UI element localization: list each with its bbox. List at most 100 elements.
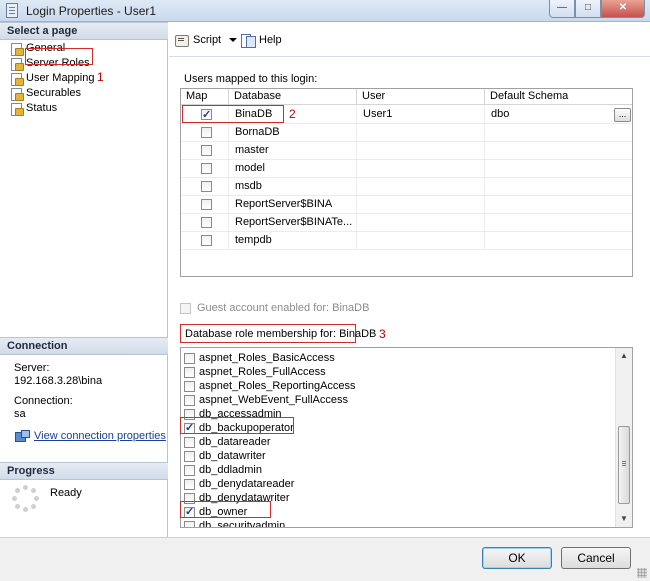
role-name: aspnet_Roles_BasicAccess <box>199 352 335 364</box>
table-row[interactable]: ReportServer$BINATe... <box>181 214 632 232</box>
role-list-item[interactable]: aspnet_Roles_BasicAccess <box>184 351 335 365</box>
user-cell[interactable] <box>357 214 485 232</box>
schema-cell[interactable] <box>485 142 632 160</box>
map-checkbox[interactable] <box>201 217 212 228</box>
scroll-down-arrow-icon[interactable]: ▼ <box>616 511 632 527</box>
table-row[interactable]: tempdb <box>181 232 632 250</box>
role-list-item[interactable]: db_denydatareader <box>184 477 294 491</box>
ok-button[interactable]: OK <box>482 547 552 569</box>
user-cell[interactable] <box>357 232 485 250</box>
default-schema-browse-button[interactable]: ... <box>614 108 631 122</box>
database-cell[interactable]: master <box>229 142 357 160</box>
schema-cell[interactable] <box>485 178 632 196</box>
role-list-scrollbar[interactable]: ▲ ▼ <box>615 348 632 527</box>
scroll-thumb[interactable] <box>618 426 630 504</box>
map-checkbox[interactable] <box>201 235 212 246</box>
map-checkbox[interactable] <box>201 145 212 156</box>
column-header-database[interactable]: Database <box>229 89 357 105</box>
user-cell[interactable]: User1 <box>357 106 485 124</box>
resize-grip-icon[interactable] <box>637 568 647 578</box>
page-status[interactable]: Status <box>10 101 57 116</box>
progress-spinner-icon <box>12 485 40 513</box>
schema-cell[interactable]: dbo <box>485 106 632 124</box>
connection-value: sa <box>14 408 26 420</box>
column-header-user[interactable]: User <box>357 89 485 105</box>
user-cell[interactable] <box>357 124 485 142</box>
select-page-header: Select a page <box>0 22 168 40</box>
map-cell <box>181 214 229 232</box>
window-icon <box>6 3 18 18</box>
guest-checkbox[interactable] <box>180 302 191 314</box>
page-securables[interactable]: Securables <box>10 86 81 101</box>
role-list-item[interactable]: aspnet_Roles_FullAccess <box>184 365 326 379</box>
role-name: aspnet_WebEvent_FullAccess <box>199 394 348 406</box>
role-list-item[interactable]: db_datareader <box>184 435 271 449</box>
database-cell[interactable]: BornaDB <box>229 124 357 142</box>
table-row[interactable]: msdb <box>181 178 632 196</box>
role-checkbox[interactable] <box>184 380 195 392</box>
schema-cell[interactable] <box>485 214 632 232</box>
role-list-item[interactable]: aspnet_Roles_ReportingAccess <box>184 379 356 393</box>
schema-cell[interactable] <box>485 196 632 214</box>
role-list-item[interactable]: db_datawriter <box>184 449 266 463</box>
grid-header: Map Database User Default Schema <box>181 89 632 105</box>
window-title: Login Properties - User1 <box>26 4 157 18</box>
view-connection-properties-link[interactable]: View connection properties <box>34 430 166 442</box>
database-cell[interactable]: model <box>229 160 357 178</box>
close-button[interactable]: ✕ <box>601 0 645 18</box>
role-checkbox[interactable] <box>184 436 195 448</box>
column-header-default-schema[interactable]: Default Schema <box>485 89 632 105</box>
annotation-box-db-owner <box>180 501 271 518</box>
column-header-map[interactable]: Map <box>181 89 229 105</box>
role-checkbox[interactable] <box>184 394 195 406</box>
page-user-mapping[interactable]: User Mapping <box>10 71 94 86</box>
table-row[interactable]: model <box>181 160 632 178</box>
role-checkbox[interactable] <box>184 366 195 378</box>
progress-status: Ready <box>50 487 82 499</box>
connection-properties-icon[interactable] <box>15 430 30 442</box>
user-cell[interactable] <box>357 160 485 178</box>
table-row[interactable]: BornaDB <box>181 124 632 142</box>
role-name: db_datareader <box>199 436 271 448</box>
schema-cell[interactable] <box>485 232 632 250</box>
map-checkbox[interactable] <box>201 199 212 210</box>
title-bar: Login Properties - User1 — □ ✕ <box>0 0 650 22</box>
script-icon <box>175 33 190 47</box>
guest-account-option[interactable]: Guest account enabled for: BinaDB <box>180 302 369 314</box>
role-checkbox[interactable] <box>184 450 195 462</box>
database-cell[interactable]: ReportServer$BINA <box>229 196 357 214</box>
chevron-down-icon[interactable] <box>229 38 238 42</box>
help-button[interactable]: Help <box>241 32 282 48</box>
role-list-item[interactable]: db_securityadmin <box>184 519 285 527</box>
table-row[interactable]: master <box>181 142 632 160</box>
database-cell[interactable]: ReportServer$BINATe... <box>229 214 357 232</box>
table-row[interactable]: ReportServer$BINA <box>181 196 632 214</box>
user-cell[interactable] <box>357 142 485 160</box>
user-cell[interactable] <box>357 196 485 214</box>
schema-cell[interactable] <box>485 124 632 142</box>
map-checkbox[interactable] <box>201 181 212 192</box>
role-name: db_denydatareader <box>199 478 295 490</box>
user-cell[interactable] <box>357 178 485 196</box>
cancel-button[interactable]: Cancel <box>561 547 631 569</box>
map-checkbox[interactable] <box>201 127 212 138</box>
role-checkbox[interactable] <box>184 478 195 490</box>
role-name: aspnet_Roles_ReportingAccess <box>199 380 356 392</box>
role-checkbox[interactable] <box>184 520 195 527</box>
database-cell[interactable]: tempdb <box>229 232 357 250</box>
script-button[interactable]: Script <box>175 32 238 48</box>
minimize-button[interactable]: — <box>549 0 575 18</box>
role-list-item[interactable]: aspnet_WebEvent_FullAccess <box>184 393 348 407</box>
database-cell[interactable]: msdb <box>229 178 357 196</box>
role-checkbox[interactable] <box>184 352 195 364</box>
dialog-button-bar: OK Cancel <box>0 537 650 581</box>
role-checkbox[interactable] <box>184 464 195 476</box>
role-list-item[interactable]: db_ddladmin <box>184 463 262 477</box>
schema-cell[interactable] <box>485 160 632 178</box>
toolbar: Script Help <box>169 22 650 56</box>
maximize-button[interactable]: □ <box>575 0 601 18</box>
map-cell <box>181 232 229 250</box>
role-name: db_datawriter <box>199 450 266 462</box>
map-checkbox[interactable] <box>201 163 212 174</box>
scroll-up-arrow-icon[interactable]: ▲ <box>616 348 632 364</box>
